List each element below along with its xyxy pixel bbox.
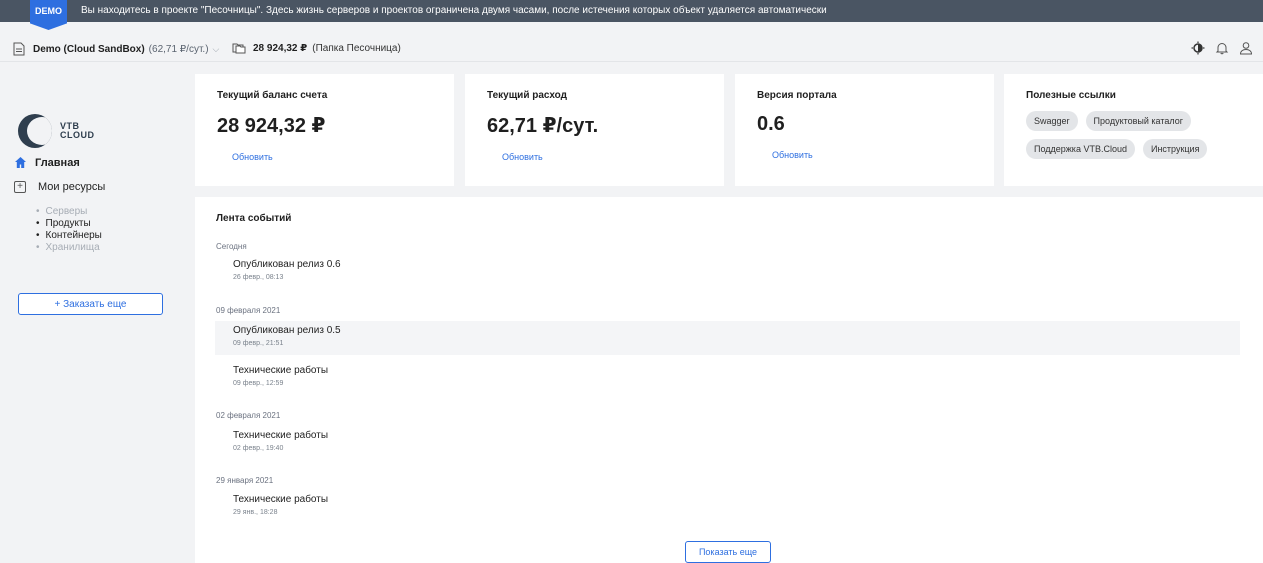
- event-time: 02 февр., 19:40: [233, 445, 284, 452]
- user-icon[interactable]: [1239, 41, 1253, 55]
- refresh-version-link[interactable]: Обновить: [772, 150, 813, 160]
- sidebar-item-servers[interactable]: Серверы: [36, 206, 102, 218]
- order-more-button[interactable]: + Заказать еще: [18, 293, 163, 315]
- event-time: 09 февр., 12:59: [233, 380, 284, 387]
- demo-tag: DEMO: [30, 0, 67, 30]
- sidebar-item-products[interactable]: Продукты: [36, 218, 102, 230]
- feed-date-group: Сегодня: [216, 242, 247, 251]
- card-title: Полезные ссылки: [1026, 90, 1116, 101]
- refresh-balance-link[interactable]: Обновить: [232, 152, 273, 162]
- card-title: Текущий расход: [487, 90, 567, 101]
- event-time: 09 февр., 21:51: [233, 340, 284, 347]
- project-name: Demo (Cloud SandBox): [33, 43, 145, 55]
- chevron-down-icon: ⌵: [212, 43, 220, 54]
- feed-item[interactable]: Опубликован релиз 0.6 26 февр., 08:13: [215, 255, 1240, 289]
- theme-toggle-icon[interactable]: [1191, 41, 1205, 55]
- product-catalog-link[interactable]: Продуктовый каталог: [1085, 111, 1192, 131]
- balance-value: 28 924,32 ₽: [217, 115, 326, 137]
- sidebar-item-label: Мои ресурсы: [38, 181, 106, 193]
- event-feed: Лента событий Сегодня Опубликован релиз …: [195, 197, 1263, 563]
- feed-date-group: 02 февраля 2021: [216, 411, 281, 420]
- event-title: Опубликован релиз 0.6: [233, 259, 341, 270]
- show-more-button[interactable]: Показать еще: [685, 541, 771, 563]
- resources-submenu: Серверы Продукты Контейнеры Хранилища: [36, 206, 102, 254]
- logo-mark-icon: [18, 114, 52, 148]
- instruction-link[interactable]: Инструкция: [1142, 139, 1208, 159]
- support-link[interactable]: Поддержка VTB.Cloud: [1026, 139, 1135, 159]
- feed-item[interactable]: Технические работы 09 февр., 12:59: [215, 361, 1240, 395]
- logo-line2: CLOUD: [60, 130, 95, 140]
- feed-title: Лента событий: [216, 213, 292, 224]
- expand-plus-icon: +: [14, 181, 26, 193]
- demo-banner: Вы находитесь в проекте "Песочницы". Зде…: [0, 0, 1263, 22]
- card-title: Версия портала: [757, 90, 837, 101]
- sidebar-item-resources[interactable]: + Мои ресурсы: [14, 181, 105, 193]
- event-title: Технические работы: [233, 365, 329, 376]
- version-card: Версия портала 0.6 Обновить: [735, 74, 994, 186]
- sidebar-item-label: Главная: [35, 156, 80, 169]
- document-icon: [13, 42, 25, 56]
- bell-icon[interactable]: [1215, 41, 1229, 55]
- feed-date-group: 09 февраля 2021: [216, 306, 281, 315]
- project-bar: Demo (Cloud SandBox) (62,71 ₽/сут.) ⌵ 28…: [0, 38, 1263, 62]
- feed-item[interactable]: Опубликован релиз 0.5 09 февр., 21:51: [215, 321, 1240, 355]
- folders-icon: [232, 43, 246, 54]
- folder-info: 28 924,32 ₽ (Папка Песочница): [232, 42, 401, 54]
- feed-date-group: 29 января 2021: [216, 476, 274, 485]
- project-selector[interactable]: Demo (Cloud SandBox) (62,71 ₽/сут.) ⌵: [13, 42, 219, 56]
- vtb-cloud-logo[interactable]: VTB CLOUD: [18, 114, 95, 148]
- sidebar-item-containers[interactable]: Контейнеры: [36, 230, 102, 242]
- refresh-expense-link[interactable]: Обновить: [502, 152, 543, 162]
- expense-value: 62,71 ₽/сут.: [487, 115, 599, 137]
- expense-card: Текущий расход 62,71 ₽/сут. Обновить: [465, 74, 724, 186]
- useful-links-card: Полезные ссылки Swagger Продуктовый ката…: [1004, 74, 1263, 186]
- version-value: 0.6: [757, 113, 785, 135]
- sidebar-item-storage[interactable]: Хранилища: [36, 242, 102, 254]
- feed-item[interactable]: Технические работы 29 янв., 18:28: [215, 490, 1240, 524]
- card-title: Текущий баланс счета: [217, 90, 328, 101]
- home-icon: [15, 157, 26, 168]
- demo-banner-text: Вы находитесь в проекте "Песочницы". Зде…: [81, 5, 827, 16]
- balance-card: Текущий баланс счета 28 924,32 ₽ Обновит…: [195, 74, 454, 186]
- sidebar-item-home[interactable]: Главная: [14, 156, 80, 169]
- event-title: Опубликован релиз 0.5: [233, 325, 341, 336]
- feed-item[interactable]: Технические работы 02 февр., 19:40: [215, 426, 1240, 460]
- event-title: Технические работы: [233, 430, 329, 441]
- event-title: Технические работы: [233, 494, 329, 505]
- event-time: 29 янв., 18:28: [233, 509, 278, 516]
- folder-balance: 28 924,32 ₽: [253, 42, 308, 54]
- event-time: 26 февр., 08:13: [233, 274, 284, 281]
- swagger-link[interactable]: Swagger: [1026, 111, 1078, 131]
- folder-name: (Папка Песочница): [312, 42, 401, 54]
- sidebar: VTB CLOUD Главная + Мои ресурсы Серверы …: [0, 63, 185, 563]
- project-rate: (62,71 ₽/сут.): [148, 43, 209, 55]
